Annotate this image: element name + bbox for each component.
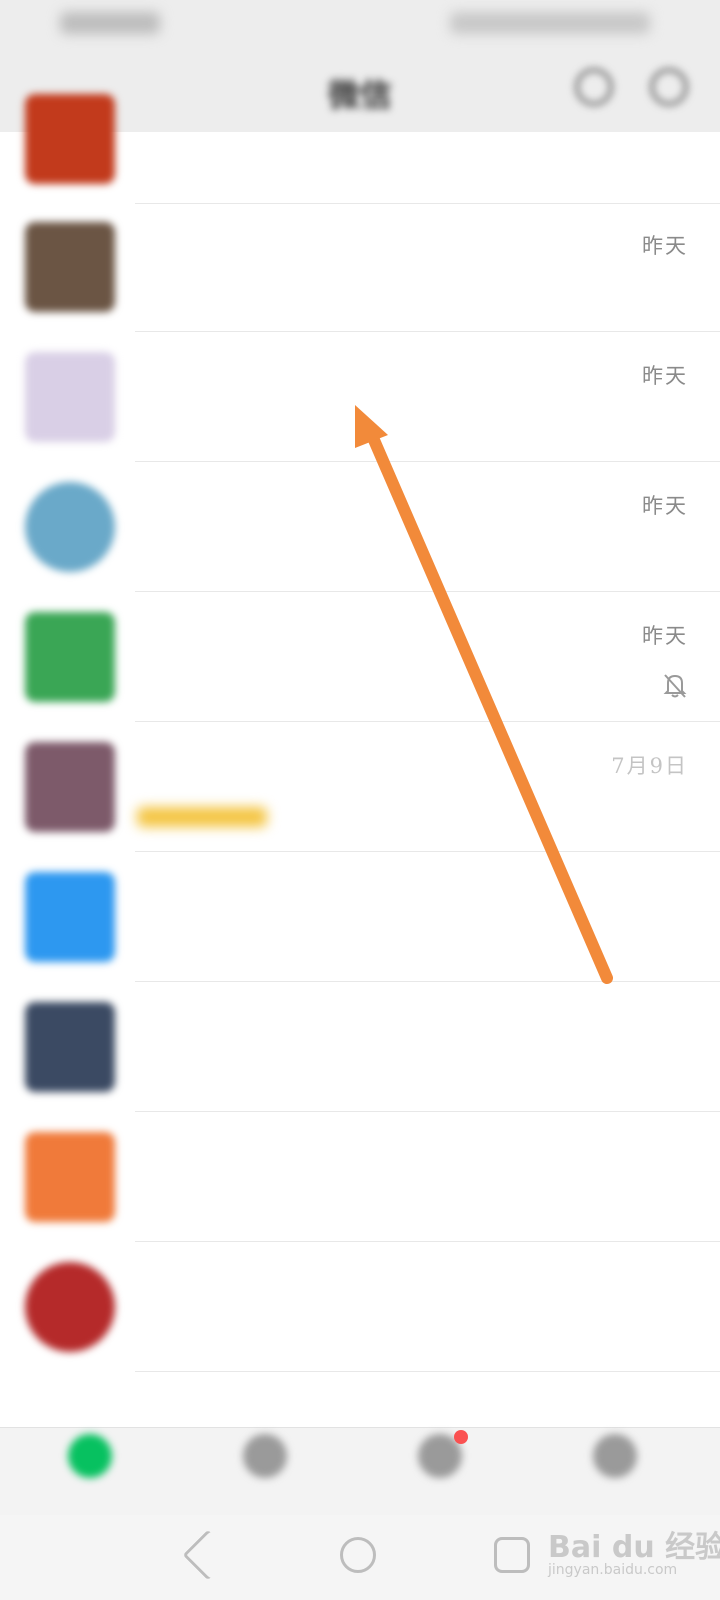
watermark-main: Bai du 经验 bbox=[548, 1530, 720, 1565]
chat-row[interactable] bbox=[0, 982, 720, 1112]
nav-discover[interactable] bbox=[390, 1430, 490, 1514]
chat-row[interactable]: 昨天 bbox=[0, 592, 720, 722]
avatar bbox=[25, 352, 115, 442]
watermark-sub: jingyan.baidu.com bbox=[548, 1562, 678, 1578]
back-icon[interactable] bbox=[182, 1529, 234, 1581]
phone-screen: 微信 昨天 昨天 昨天 昨天 7月9日 Bai du 经验 jingyan.baidu.… bbox=[0, 0, 720, 1600]
chat-time: 7月9日 bbox=[611, 754, 688, 778]
bottom-nav bbox=[0, 1427, 720, 1516]
chat-row[interactable] bbox=[0, 1112, 720, 1242]
avatar bbox=[25, 1262, 115, 1352]
notification-badge bbox=[454, 1430, 468, 1444]
nav-chats[interactable] bbox=[40, 1434, 140, 1514]
me-icon bbox=[593, 1434, 637, 1478]
avatar bbox=[25, 872, 115, 962]
chat-row[interactable] bbox=[0, 1242, 720, 1372]
chat-row[interactable] bbox=[0, 852, 720, 982]
carrier-signal bbox=[60, 12, 160, 34]
avatar bbox=[25, 222, 115, 312]
preview-emoji-stars bbox=[137, 807, 267, 827]
avatar bbox=[25, 94, 115, 184]
nav-contacts[interactable] bbox=[215, 1434, 315, 1514]
status-bar bbox=[0, 0, 720, 50]
recent-apps-icon[interactable] bbox=[494, 1537, 530, 1573]
contacts-icon bbox=[243, 1434, 287, 1478]
avatar bbox=[25, 742, 115, 832]
nav-me[interactable] bbox=[565, 1434, 665, 1514]
status-icons bbox=[450, 12, 650, 34]
avatar bbox=[25, 1002, 115, 1092]
avatar bbox=[25, 482, 115, 572]
avatar bbox=[25, 612, 115, 702]
avatar bbox=[25, 1132, 115, 1222]
chat-row[interactable]: 昨天 bbox=[0, 202, 720, 332]
chat-row[interactable]: 7月9日 bbox=[0, 722, 720, 852]
chat-time: 昨天 bbox=[642, 364, 688, 388]
chat-list: 昨天 昨天 昨天 昨天 7月9日 bbox=[0, 94, 720, 1427]
chat-time: 昨天 bbox=[642, 624, 688, 648]
mute-bell-icon bbox=[663, 674, 687, 698]
chat-row[interactable]: 昨天 bbox=[0, 332, 720, 462]
baidu-watermark: Bai du 经验 jingyan.baidu.com bbox=[548, 1522, 720, 1592]
chat-icon bbox=[68, 1434, 112, 1478]
chat-row[interactable] bbox=[0, 74, 720, 204]
chat-row[interactable]: 昨天 bbox=[0, 462, 720, 592]
chat-time: 昨天 bbox=[642, 234, 688, 258]
row-divider bbox=[135, 1371, 720, 1372]
home-icon[interactable] bbox=[340, 1537, 376, 1573]
chat-time: 昨天 bbox=[642, 494, 688, 518]
